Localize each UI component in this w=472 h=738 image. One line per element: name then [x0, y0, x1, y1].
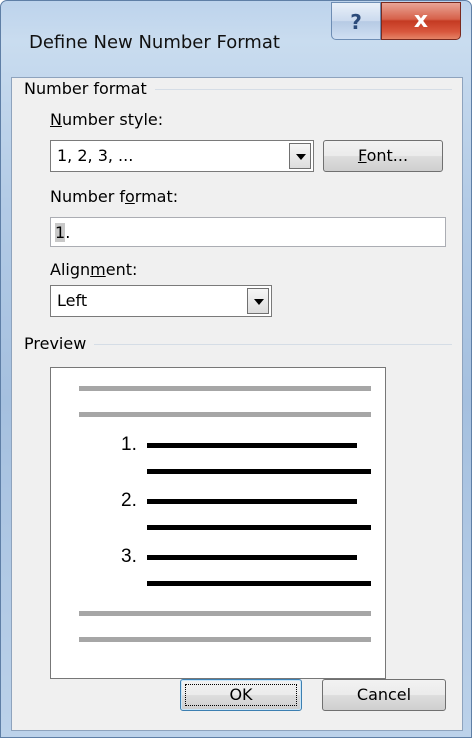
number-format-label: Number format: [50, 187, 179, 206]
help-button[interactable]: ? [331, 2, 381, 40]
cancel-button[interactable]: Cancel [322, 679, 446, 711]
chevron-down-icon[interactable] [289, 143, 311, 169]
title-bar[interactable]: Define New Number Format ? x [1, 1, 471, 77]
alignment-label: Alignment: [50, 260, 138, 279]
group-divider-preview [34, 344, 452, 345]
preview-item-number: 2. [121, 490, 137, 511]
dialog-title: Define New Number Format [29, 32, 280, 53]
group-label-number-format: Number format [24, 79, 155, 98]
preview-item-line [147, 525, 371, 530]
preview-item-number: 1. [121, 434, 137, 455]
number-style-label: Number style: [50, 110, 164, 129]
number-style-dropdown[interactable]: 1, 2, 3, ... [50, 140, 314, 172]
preview-text-line [79, 637, 371, 642]
preview-item-line [147, 555, 357, 560]
dialog-client-area: Number format Number style: 1, 2, 3, ...… [11, 77, 463, 731]
ok-button[interactable]: OK [180, 679, 302, 711]
preview-item-line [147, 499, 357, 504]
chevron-down-icon[interactable] [247, 288, 269, 314]
number-style-value: 1, 2, 3, ... [57, 146, 134, 165]
dialog-window: Define New Number Format ? x Number form… [0, 0, 472, 738]
focus-rectangle [185, 684, 297, 706]
preview-text-line [79, 611, 371, 616]
alignment-value: Left [57, 291, 88, 310]
preview-item-line [147, 469, 371, 474]
close-icon: x [413, 8, 429, 33]
preview-text-line [79, 386, 371, 391]
preview-text-line [79, 412, 371, 417]
font-button[interactable]: Font... [323, 140, 443, 172]
number-format-value: 1. [55, 223, 71, 242]
alignment-dropdown[interactable]: Left [50, 285, 272, 317]
help-icon: ? [350, 10, 362, 34]
preview-item-line [147, 443, 357, 448]
preview-item-line [147, 581, 371, 586]
preview-item-number: 3. [121, 546, 137, 567]
group-label-preview: Preview [24, 334, 95, 353]
number-format-input[interactable]: 1. [50, 217, 446, 247]
preview-box: 1. 2. 3. [50, 367, 386, 679]
close-button[interactable]: x [381, 2, 461, 40]
